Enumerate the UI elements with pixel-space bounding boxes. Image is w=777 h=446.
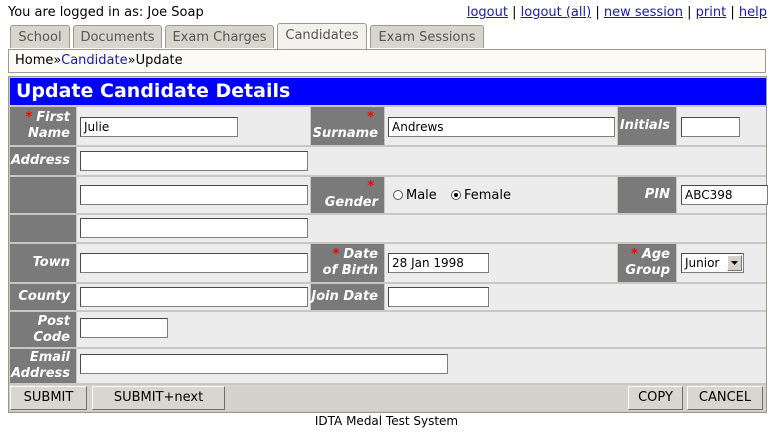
cancel-button[interactable]: CANCEL: [687, 386, 763, 410]
help-link[interactable]: help: [739, 5, 767, 20]
email-label: Email Address: [10, 349, 76, 383]
pin-label: PIN: [618, 177, 676, 213]
gender-female-radio[interactable]: [450, 190, 461, 200]
first-name-input[interactable]: Julie: [80, 117, 238, 137]
tab-exam-charges[interactable]: Exam Charges: [165, 25, 274, 48]
gender-radio-group: Male Female: [393, 188, 511, 203]
surname-input[interactable]: Andrews: [388, 117, 615, 137]
age-group-selected-value: Junior: [685, 256, 720, 270]
join-date-input[interactable]: [388, 287, 489, 307]
town-label: Town: [10, 244, 76, 282]
address-line-1-input[interactable]: [80, 151, 308, 171]
top-links: logout | logout (all) | new session | pr…: [466, 5, 767, 20]
tab-school[interactable]: School: [10, 25, 70, 48]
breadcrumb-home[interactable]: Home: [15, 53, 53, 68]
address-line-2-input[interactable]: [80, 185, 308, 205]
post-code-label: Post Code: [10, 312, 76, 347]
address-line-3-input[interactable]: [80, 218, 308, 238]
logout-all-link[interactable]: logout (all): [521, 5, 592, 20]
chevron-down-icon[interactable]: [727, 255, 742, 271]
date-of-birth-label: * Date of Birth: [311, 244, 384, 282]
logout-link[interactable]: logout: [467, 5, 508, 20]
required-mark: *: [25, 110, 33, 125]
breadcrumb-current: Update: [135, 53, 183, 68]
initials-label: Initials: [618, 107, 676, 145]
new-session-link[interactable]: new session: [604, 5, 683, 20]
date-of-birth-input[interactable]: 28 Jan 1998: [388, 253, 489, 273]
breadcrumb-candidate-link[interactable]: Candidate: [61, 53, 127, 68]
copy-button[interactable]: COPY: [628, 386, 683, 410]
tab-exam-sessions[interactable]: Exam Sessions: [370, 25, 484, 48]
email-input[interactable]: [80, 354, 448, 374]
required-mark: *: [631, 247, 638, 262]
surname-label: * Surname: [311, 107, 384, 145]
print-link[interactable]: print: [696, 5, 727, 20]
gender-female-label[interactable]: Female: [464, 188, 511, 203]
address-line-2-label: [10, 177, 76, 213]
page-title: Update Candidate Details: [10, 78, 766, 105]
county-input[interactable]: [80, 287, 308, 307]
required-mark: *: [367, 179, 374, 194]
submit-button[interactable]: SUBMIT: [10, 386, 87, 410]
pin-input[interactable]: ABC398: [681, 185, 768, 205]
age-group-label: * Age Group: [618, 244, 676, 282]
initials-input[interactable]: [681, 117, 740, 137]
address-label: Address: [10, 147, 76, 175]
address-line-3-label: [10, 215, 76, 242]
logged-in-text: You are logged in as: Joe Soap: [8, 5, 204, 20]
breadcrumb: Home»Candidate»Update: [8, 49, 766, 73]
post-code-input[interactable]: [80, 318, 168, 338]
required-mark: *: [367, 110, 374, 125]
required-mark: *: [332, 247, 340, 262]
gender-male-radio[interactable]: [393, 190, 403, 200]
submit-next-button[interactable]: SUBMIT+next: [92, 386, 225, 410]
gender-male-label[interactable]: Male: [406, 188, 437, 203]
gender-label: * Gender: [311, 177, 384, 213]
tab-documents[interactable]: Documents: [73, 25, 162, 48]
age-group-select[interactable]: Junior: [681, 253, 744, 273]
footer-text: IDTA Medal Test System: [314, 414, 459, 428]
tab-candidates[interactable]: Candidates: [277, 23, 367, 50]
first-name-label: * First Name: [10, 107, 76, 145]
join-date-label: Join Date: [311, 284, 384, 310]
town-input[interactable]: [80, 253, 308, 273]
county-label: County: [10, 284, 76, 310]
